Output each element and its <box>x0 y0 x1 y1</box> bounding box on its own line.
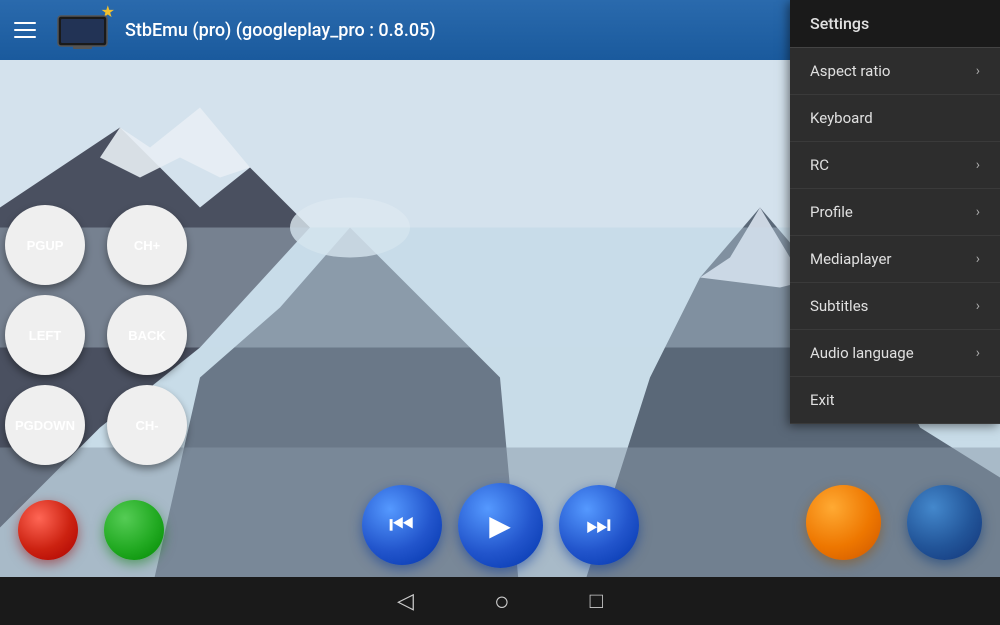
chevron-icon-rc: › <box>976 157 980 173</box>
menu-item-subtitles[interactable]: Subtitles › <box>790 283 1000 330</box>
play-button[interactable]: ▶ <box>458 483 543 568</box>
menu-item-label-audio-language: Audio language <box>810 344 914 362</box>
ham-line-2 <box>14 29 36 31</box>
control-buttons-area: PGUP CH+ LEFT BACK PGDOWN CH- <box>5 205 199 475</box>
menu-item-label-subtitles: Subtitles <box>810 297 868 315</box>
left-button[interactable]: LEFT <box>5 295 85 375</box>
settings-header: Settings <box>790 0 1000 48</box>
menu-item-profile[interactable]: Profile › <box>790 189 1000 236</box>
color-buttons-right <box>798 485 990 560</box>
chplus-button[interactable]: CH+ <box>107 205 187 285</box>
menu-item-keyboard[interactable]: Keyboard <box>790 95 1000 142</box>
orange-button[interactable] <box>806 485 881 560</box>
forward-icon: ⏭ <box>586 509 611 542</box>
back-nav-button[interactable]: ◁ <box>397 589 414 614</box>
chevron-icon-profile: › <box>976 204 980 220</box>
ham-line-1 <box>14 22 36 24</box>
menu-item-audio-language[interactable]: Audio language › <box>790 330 1000 377</box>
navigation-bar: ◁ ○ □ <box>0 577 1000 625</box>
controls-row-3: PGDOWN CH- <box>5 385 199 465</box>
rewind-button[interactable]: ⏮ <box>362 485 442 565</box>
menu-item-label-rc: RC <box>810 156 829 174</box>
darkblue-button[interactable] <box>907 485 982 560</box>
menu-item-label-exit: Exit <box>810 391 835 409</box>
tv-icon-area: ★ <box>55 10 110 50</box>
menu-item-mediaplayer[interactable]: Mediaplayer › <box>790 236 1000 283</box>
chminus-button[interactable]: CH- <box>107 385 187 465</box>
pgup-button[interactable]: PGUP <box>5 205 85 285</box>
forward-button[interactable]: ⏭ <box>559 485 639 565</box>
settings-dropdown-menu: Settings Aspect ratio›KeyboardRC›Profile… <box>790 0 1000 424</box>
app-title: StbEmu (pro) (googleplay_pro : 0.8.05) <box>125 20 436 41</box>
play-icon: ▶ <box>489 509 511 542</box>
chevron-icon-subtitles: › <box>976 298 980 314</box>
hamburger-button[interactable] <box>0 0 50 60</box>
menu-items-container: Aspect ratio›KeyboardRC›Profile›Mediapla… <box>790 48 1000 424</box>
controls-row-2: LEFT BACK <box>5 295 199 375</box>
menu-item-label-profile: Profile <box>810 203 853 221</box>
controls-row-1: PGUP CH+ <box>5 205 199 285</box>
tv-icon <box>55 10 110 50</box>
chevron-icon-aspect-ratio: › <box>976 63 980 79</box>
recents-nav-button[interactable]: □ <box>590 588 603 614</box>
menu-item-label-keyboard: Keyboard <box>810 109 873 127</box>
menu-item-label-mediaplayer: Mediaplayer <box>810 250 891 268</box>
settings-header-label: Settings <box>810 14 869 33</box>
back-button[interactable]: BACK <box>107 295 187 375</box>
menu-item-rc[interactable]: RC › <box>790 142 1000 189</box>
rewind-icon: ⏮ <box>389 509 414 542</box>
ham-line-3 <box>14 36 36 38</box>
home-nav-button[interactable]: ○ <box>494 586 510 617</box>
chevron-icon-mediaplayer: › <box>976 251 980 267</box>
pgdown-button[interactable]: PGDOWN <box>5 385 85 465</box>
menu-item-exit[interactable]: Exit <box>790 377 1000 424</box>
menu-item-aspect-ratio[interactable]: Aspect ratio › <box>790 48 1000 95</box>
menu-item-label-aspect-ratio: Aspect ratio <box>810 62 890 80</box>
chevron-icon-audio-language: › <box>976 345 980 361</box>
